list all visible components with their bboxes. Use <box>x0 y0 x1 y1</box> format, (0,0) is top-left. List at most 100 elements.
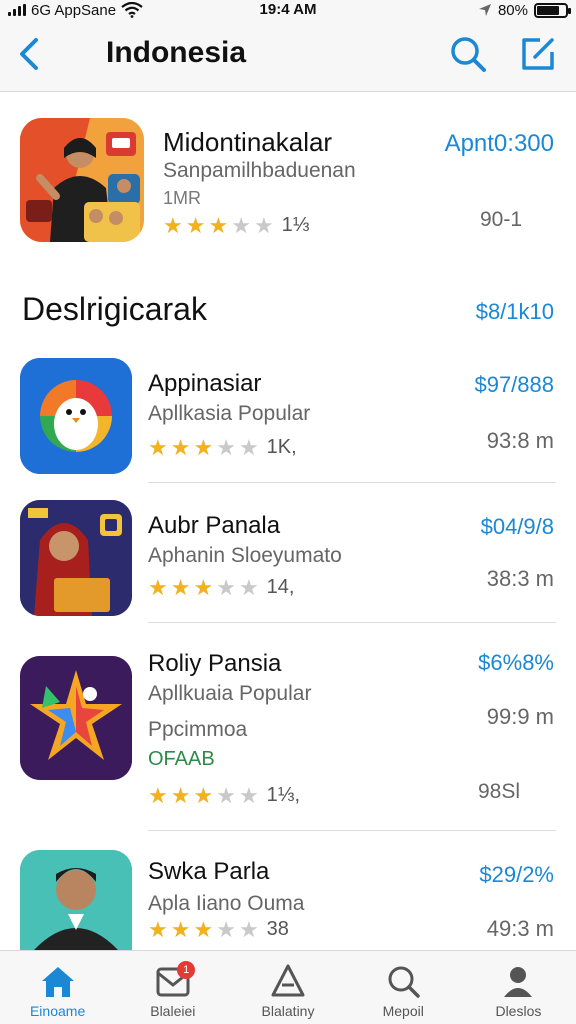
back-button[interactable] <box>14 36 46 72</box>
star-empty-icon: ★ <box>231 212 251 238</box>
star-rating: ★ ★ ★ ★ ★ <box>148 782 259 808</box>
featured-app-name[interactable]: Midontinakalar <box>163 127 332 158</box>
compose-icon <box>522 38 554 70</box>
rating-count: 1⅓, <box>266 784 301 806</box>
list-item[interactable]: Swka Parla Apla Iiano Ouma ★ ★ ★ ★ ★ 38 $29/… <box>0 846 576 950</box>
star-burst-icon <box>20 656 132 780</box>
star-filled-icon: ★ <box>148 574 168 600</box>
featured-rating: ★ ★ ★ ★ ★ 1⅓ <box>163 214 309 237</box>
app-name[interactable]: Swka Parla <box>148 858 269 886</box>
price-button[interactable]: $6%8% <box>478 650 554 676</box>
star-empty-icon: ★ <box>216 434 236 460</box>
featured-size: 90-1 <box>479 208 522 231</box>
app-subtitle: Apla Iiano Ouma <box>148 892 305 915</box>
status-right: 80% <box>478 0 571 20</box>
app-subtitle: Apllkuaia Popular <box>148 682 312 705</box>
app-extra-2: OFAAB <box>148 748 215 770</box>
app-size: 99:9 m <box>486 704 554 729</box>
star-empty-icon: ★ <box>216 782 236 808</box>
star-empty-icon: ★ <box>253 212 274 238</box>
search-button[interactable] <box>448 34 488 74</box>
portrait-icon <box>20 500 132 616</box>
price-button[interactable]: $29/2% <box>479 862 554 888</box>
app-icon[interactable] <box>20 500 132 616</box>
tab-label: Einoame <box>29 1003 86 1019</box>
star-filled-icon: ★ <box>193 434 214 460</box>
rating-count: 38 <box>266 918 289 940</box>
star-filled-icon: ★ <box>170 434 191 460</box>
compose-button[interactable] <box>518 34 558 74</box>
star-filled-icon: ★ <box>193 916 214 942</box>
list-item[interactable]: Roliy Pansia Apllkuaia Popular Ppcimmoa … <box>0 640 576 832</box>
list-item[interactable]: Aubr Panala Aphanin Sloeyumato ★ ★ ★ ★ ★ 14,… <box>0 494 576 624</box>
star-filled-icon: ★ <box>170 782 191 808</box>
search-icon <box>451 37 486 72</box>
chevron-left-icon <box>20 38 38 70</box>
star-filled-icon: ★ <box>163 212 183 238</box>
star-rating: ★ ★ ★ ★ ★ <box>148 916 259 942</box>
divider <box>148 482 556 483</box>
app-subtitle: Aphanin Sloeyumato <box>148 544 342 567</box>
portrait-icon <box>20 850 132 950</box>
star-empty-icon: ★ <box>238 434 259 460</box>
star-filled-icon: ★ <box>148 916 168 942</box>
price-button[interactable]: $97/888 <box>474 372 554 398</box>
app-name[interactable]: Aubr Panala <box>148 512 280 540</box>
star-empty-icon: ★ <box>238 782 259 808</box>
app-size-2: 98Sl <box>477 780 520 803</box>
tab-apps[interactable]: Blalatiny <box>230 951 345 1024</box>
star-filled-icon: ★ <box>170 916 191 942</box>
tab-bar: Einoame 1 Blaleiei Blalatiny Mepoil Dles… <box>0 950 576 1024</box>
battery-percent: 80% <box>497 1 528 19</box>
star-filled-icon: ★ <box>148 782 168 808</box>
app-rating: ★ ★ ★ ★ ★ 38 <box>148 918 289 941</box>
app-subtitle: Apllkasia Popular <box>148 402 311 425</box>
divider <box>148 830 556 831</box>
home-icon <box>41 967 74 997</box>
featured-artwork <box>20 118 144 242</box>
price-button[interactable]: $04/9/8 <box>481 514 554 540</box>
list-item[interactable]: Appinasiar Apllkasia Popular ★ ★ ★ ★ ★ 1K, $… <box>0 352 576 483</box>
divider <box>148 622 556 623</box>
tab-search[interactable]: Mepoil <box>346 951 461 1024</box>
star-empty-icon: ★ <box>238 574 259 600</box>
search-icon <box>388 966 420 998</box>
app-rating: ★ ★ ★ ★ ★ 1K, <box>148 436 297 459</box>
star-empty-icon: ★ <box>238 916 259 942</box>
app-size: 93:8 m <box>486 428 554 453</box>
section-link[interactable]: $8/1k10 <box>476 299 554 325</box>
rating-count: 1⅓ <box>281 214 310 236</box>
apps-icon <box>271 964 305 997</box>
rating-count: 14, <box>266 576 295 598</box>
app-icon[interactable] <box>20 850 132 950</box>
status-bar: 6G AppSane 19:4 AM 80% <box>0 0 576 20</box>
star-filled-icon: ★ <box>170 574 191 600</box>
tab-home[interactable]: Einoame <box>0 951 115 1024</box>
star-rating: ★ ★ ★ ★ ★ <box>148 434 259 460</box>
star-empty-icon: ★ <box>216 916 236 942</box>
page-title: Indonesia <box>106 36 247 69</box>
tab-label: Blalatiny <box>261 1003 315 1019</box>
star-filled-icon: ★ <box>208 212 229 238</box>
tab-profile[interactable]: Dleslos <box>461 951 576 1024</box>
featured-app[interactable]: Midontinakalar Sanpamilhbaduenan 1MR ★ ★ ★… <box>0 93 576 263</box>
app-icon[interactable] <box>20 656 132 780</box>
tab-inbox[interactable]: 1 Blaleiei <box>115 951 230 1024</box>
star-filled-icon: ★ <box>193 574 214 600</box>
app-size: 38:3 m <box>486 566 554 591</box>
app-name[interactable]: Roliy Pansia <box>148 650 281 678</box>
nav-bar: Indonesia <box>0 20 576 92</box>
location-arrow-icon <box>478 4 491 16</box>
app-icon[interactable] <box>20 358 132 474</box>
tab-label: Dleslos <box>495 1003 542 1019</box>
app-rating: ★ ★ ★ ★ ★ 14, <box>148 576 294 599</box>
star-empty-icon: ★ <box>216 574 236 600</box>
featured-price-button[interactable]: Apnt0:300 <box>445 130 554 158</box>
featured-app-subtitle-2: 1MR <box>163 188 202 208</box>
star-filled-icon: ★ <box>185 212 206 238</box>
star-rating: ★ ★ ★ ★ ★ <box>148 574 259 600</box>
tab-label: Mepoil <box>382 1003 424 1019</box>
featured-app-icon[interactable] <box>20 118 144 242</box>
app-name[interactable]: Appinasiar <box>148 370 261 398</box>
tab-label: Blaleiei <box>150 1003 196 1019</box>
